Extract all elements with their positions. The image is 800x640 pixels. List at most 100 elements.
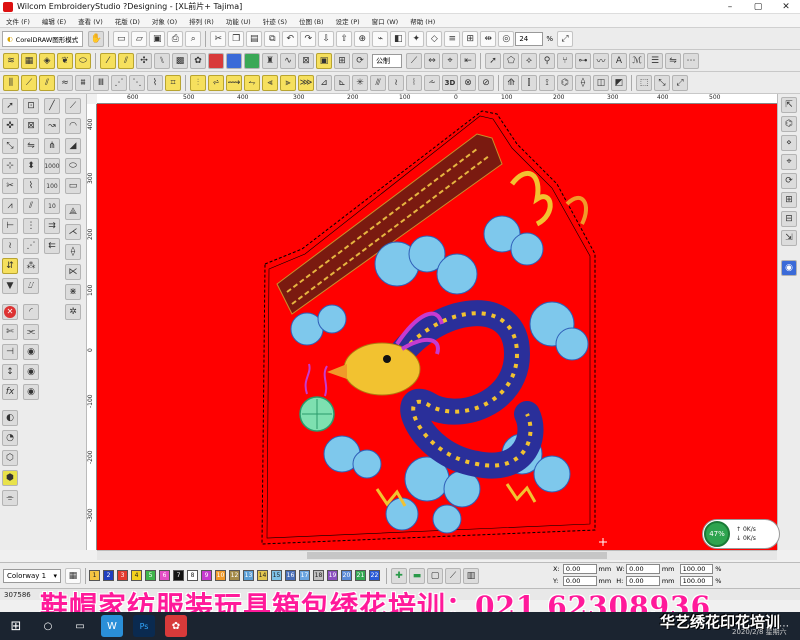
stitch-step-icon[interactable]: ⇉ (44, 218, 60, 234)
reshape-tool-icon[interactable]: ✜ (2, 118, 18, 134)
fill-blue-icon[interactable] (226, 52, 242, 69)
color-swatch[interactable]: 15 (271, 570, 282, 581)
right-tool-4-icon[interactable]: ⌖ (781, 154, 797, 170)
digitize-4-icon[interactable]: ⬍ (23, 158, 39, 174)
color-swatch[interactable]: 17 (299, 570, 310, 581)
cut-tool-icon[interactable]: ✄ (2, 324, 18, 340)
delete-tool-icon[interactable]: ✕ (2, 304, 18, 320)
pin-tool-icon[interactable]: ⇵ (2, 258, 18, 274)
w-field[interactable]: 0.00 (626, 564, 660, 574)
color-swatch[interactable]: 3 (117, 570, 128, 581)
color-icon[interactable]: ▣ (316, 52, 332, 69)
color-swatch[interactable]: 4 (131, 570, 142, 581)
bitmap-icon[interactable]: ◧ (390, 30, 407, 47)
color-swatch[interactable]: 5 (145, 570, 156, 581)
effect-25-icon[interactable]: ⊗ (460, 74, 476, 91)
rotate-icon[interactable]: ⟳ (352, 52, 368, 69)
path-1-icon[interactable]: ⟁ (65, 204, 81, 220)
color-palette-icon[interactable]: ◉ (781, 260, 797, 276)
effect-16-icon[interactable]: ⫸ (280, 74, 296, 91)
menu-help[interactable]: 帮助 (H) (404, 16, 441, 26)
digitize-15-icon[interactable]: ◉ (23, 384, 39, 400)
right-tool-3-icon[interactable]: ⋄ (781, 135, 797, 151)
run-stitch-icon[interactable]: ⁄ (100, 52, 116, 69)
polygon-select-icon[interactable]: ⬠ (503, 52, 519, 69)
color-swatch[interactable]: 6 (159, 570, 170, 581)
color-swatch[interactable]: 1 (89, 570, 100, 581)
effect-35-icon[interactable]: ⤡ (654, 74, 670, 91)
pull-comp-icon[interactable]: ⇤ (460, 52, 476, 69)
grid-icon[interactable]: ⊞ (462, 30, 479, 47)
select-arrow-icon[interactable]: ➚ (485, 52, 501, 69)
closest-join-icon[interactable]: ⊶ (575, 52, 591, 69)
menu-object[interactable]: 对象 (O) (146, 16, 183, 26)
color-swatch[interactable]: 12 (229, 570, 240, 581)
node-icon[interactable]: ◇ (426, 30, 443, 47)
stop-tool-icon[interactable]: ⬡ (2, 450, 18, 466)
color-swatch[interactable]: 13 (243, 570, 254, 581)
digitize-5-icon[interactable]: ⌇ (23, 178, 39, 194)
effect-2-icon[interactable]: ⟋ (21, 74, 37, 91)
effect-4-icon[interactable]: ≈ (57, 74, 73, 91)
search-icon[interactable]: ○ (37, 615, 59, 637)
effect-33-icon[interactable]: ◩ (611, 74, 627, 91)
3d-icon[interactable]: 3D (442, 74, 458, 91)
scrollbar-thumb[interactable] (307, 552, 607, 559)
freehand-tool-icon[interactable]: ↝ (44, 118, 60, 134)
satin-column-icon[interactable]: ⑊ (154, 52, 170, 69)
effect-28-icon[interactable]: ⫿ (521, 74, 537, 91)
effect-11-icon[interactable]: ⫶ (190, 74, 206, 91)
trace-icon[interactable]: ⌁ (372, 30, 389, 47)
effect-34-icon[interactable]: ⬚ (636, 74, 652, 91)
monogram-icon[interactable]: ℳ (629, 52, 645, 69)
path-4-icon[interactable]: ⋉ (65, 264, 81, 280)
scissors-tool-icon[interactable]: ✂ (2, 178, 18, 194)
effect-1-icon[interactable]: ⫼ (3, 74, 19, 91)
menu-stitch[interactable]: 针迹 (S) (257, 16, 293, 26)
effect-30-icon[interactable]: ⌬ (557, 74, 573, 91)
spacing-10-icon[interactable]: 10 (44, 198, 60, 214)
add-color-icon[interactable]: ✚ (391, 567, 407, 584)
pacman-tool-icon[interactable]: ◔ (2, 430, 18, 446)
digitize-12-icon[interactable]: ⫘ (23, 324, 39, 340)
lettering-icon[interactable]: A (611, 52, 627, 69)
digitize-10-icon[interactable]: ⌰ (23, 278, 39, 294)
menu-view[interactable]: 查看 (V) (72, 16, 109, 26)
digitize-11-icon[interactable]: ◜ (23, 304, 39, 320)
effect-19-icon[interactable]: ⊾ (334, 74, 350, 91)
effect-22-icon[interactable]: ≀ (388, 74, 404, 91)
trim-tool-icon[interactable]: ⌯ (2, 490, 18, 506)
color-swatch[interactable]: 2 (103, 570, 114, 581)
pan-icon[interactable]: ✋ (88, 30, 105, 47)
no-color-icon[interactable]: ⟋ (445, 567, 461, 584)
copy-icon[interactable]: ❐ (228, 30, 245, 47)
fill-green-icon[interactable] (244, 52, 260, 69)
draw-line-icon[interactable]: ⟋ (65, 98, 81, 114)
path-5-icon[interactable]: ⋇ (65, 284, 81, 300)
sculpture-icon[interactable]: ♜ (262, 52, 278, 69)
digitize-6-icon[interactable]: ⫽ (23, 198, 39, 214)
right-tool-7-icon[interactable]: ⊟ (781, 211, 797, 227)
wilcom-taskbar-icon[interactable]: W (101, 615, 123, 637)
right-tool-2-icon[interactable]: ⌬ (781, 116, 797, 132)
effect-24-icon[interactable]: ⩪ (424, 74, 440, 91)
color-swatch[interactable]: 10 (215, 570, 226, 581)
lattice-icon[interactable]: ⊠ (298, 52, 314, 69)
color-palette-button-icon[interactable]: ▦ (65, 567, 81, 584)
photoshop-taskbar-icon[interactable]: Ps (133, 615, 155, 637)
knife-icon[interactable]: ⚲ (539, 52, 555, 69)
task-view-icon[interactable]: ▭ (69, 615, 91, 637)
color-picker-icon[interactable]: ▥ (463, 567, 479, 584)
draw-rect-icon[interactable]: ▭ (65, 178, 81, 194)
thread-icon[interactable]: ▬ (409, 567, 425, 584)
digitize-7-icon[interactable]: ⋮ (23, 218, 39, 234)
menu-arrange[interactable]: 排列 (R) (183, 16, 220, 26)
zoom-input[interactable]: 24 (515, 31, 544, 46)
menu-file[interactable]: 文件 (F) (0, 16, 36, 26)
right-tool-1-icon[interactable]: ⇱ (781, 97, 797, 113)
colorwheel-icon[interactable]: ✿ (190, 52, 206, 69)
stitch-back-icon[interactable]: ⇇ (44, 238, 60, 254)
import-icon[interactable]: ⇩ (318, 30, 335, 47)
path-2-icon[interactable]: ⋌ (65, 224, 81, 240)
export-icon[interactable]: ⇧ (336, 30, 353, 47)
